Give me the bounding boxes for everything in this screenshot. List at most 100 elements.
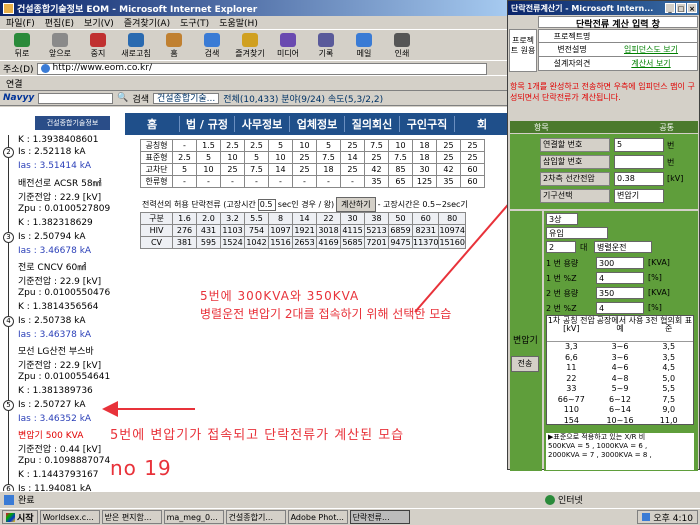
table-cell: 5: [196, 151, 221, 164]
tr-row-input[interactable]: 4: [596, 302, 644, 314]
nav-item[interactable]: 질의회신: [345, 116, 400, 132]
table-cell: 381: [172, 236, 197, 249]
toolbar-9[interactable]: 메일: [346, 32, 382, 59]
status-text: 완료: [18, 496, 35, 506]
menu-item[interactable]: 보기(V): [84, 16, 114, 29]
toolbar-icon-2: [90, 32, 106, 47]
table-cell: 9475: [388, 236, 413, 249]
tr-label: 변압기: [513, 336, 538, 346]
page-icon: [40, 64, 50, 73]
toolbar-5[interactable]: 검색: [194, 32, 230, 59]
navy-search-input[interactable]: [38, 92, 114, 104]
map-line-text: 기준전압 : 22.9 [kV]: [18, 193, 102, 203]
transformer-panel: 3상 유입 2 대 병렬운전 1차 공칭 전압 [kV] 공장에서 사용예 3전 협…: [544, 211, 698, 471]
toolbar-6[interactable]: 즐겨찾기: [232, 32, 268, 59]
project-link[interactable]: [605, 30, 697, 42]
toolbar-1[interactable]: 앞으로: [42, 32, 78, 59]
calc-tail: - 고장시간은 0.5~2sec기: [377, 200, 468, 209]
start-button[interactable]: 시작: [2, 510, 38, 524]
cable-table: 구분 1.6 2.0 3.2 5.5 8 14 22 30 38 50 60 80 HIV 276 431 11…: [140, 212, 466, 249]
calc-tab[interactable]: 공통: [635, 122, 698, 133]
toolbar-8[interactable]: 기록: [308, 32, 344, 59]
links-label[interactable]: 연결: [6, 77, 23, 90]
table-cell: 65: [388, 175, 413, 188]
toolbar-4[interactable]: 홈: [156, 32, 192, 59]
fault-time-input[interactable]: 0.5: [257, 198, 276, 211]
toolbar-label: 홈: [170, 48, 178, 58]
nav-item[interactable]: 회: [455, 116, 510, 132]
toolbar-7[interactable]: 미디어: [270, 32, 306, 59]
navy-logo[interactable]: Navyy: [3, 93, 34, 103]
taskbar-item[interactable]: Worldsex.c...: [39, 510, 100, 524]
table-cell: 7.5: [388, 151, 413, 164]
calc-tab[interactable]: 항목: [510, 122, 573, 133]
form-input[interactable]: 0.38: [614, 172, 664, 186]
impedance-row: 3,3 3~6 3,5: [547, 342, 693, 353]
address-input[interactable]: http://www.eom.co.kr/: [36, 62, 487, 75]
menu-item[interactable]: 파일(F): [6, 16, 35, 29]
mode-select[interactable]: 병렬운전: [594, 241, 652, 253]
table-cell: 754: [244, 224, 269, 237]
phase-select[interactable]: 3상: [546, 213, 578, 225]
toolbar-label: 미디어: [276, 48, 300, 58]
taskbar-item[interactable]: Adobe Phot...: [287, 510, 348, 524]
nav-item[interactable]: 법 / 규정: [180, 116, 235, 132]
nav-item[interactable]: 구인구직: [400, 116, 455, 132]
toolbar-label: 검색: [204, 48, 220, 58]
windows-icon: [6, 512, 15, 522]
menu-item[interactable]: 편집(E): [45, 16, 74, 29]
table-cell: 7201: [364, 236, 389, 249]
send-button[interactable]: 전송: [511, 356, 539, 372]
table-cell: 5: [172, 163, 197, 176]
menu-item[interactable]: 도움말(H): [219, 16, 258, 29]
project-row: 변전설명 임피던스도 보기: [538, 43, 698, 57]
navy-search-label[interactable]: 검색: [132, 92, 149, 105]
nav-item[interactable]: 업체정보: [290, 116, 345, 132]
form-input[interactable]: 변압기: [614, 189, 664, 203]
menu-item[interactable]: 도구(T): [180, 16, 209, 29]
tr-row-input[interactable]: 300: [596, 257, 644, 269]
zone-area: 인터넷: [545, 493, 583, 506]
minimize-icon[interactable]: _: [665, 3, 675, 13]
toolbar-2[interactable]: 중지: [80, 32, 116, 59]
toolbar-10[interactable]: 인쇄: [384, 32, 420, 59]
annotation-3: 5번에 변압기가 접속되고 단락전류가 계산된 모습: [110, 428, 405, 443]
site-header[interactable]: 건설종합기술정보: [35, 116, 110, 130]
project-link[interactable]: 계산서 보기: [605, 57, 697, 70]
project-link[interactable]: 임피던스도 보기: [605, 43, 697, 56]
nav-item[interactable]: 사무정보: [235, 116, 290, 132]
toolbar-0[interactable]: 뒤로: [4, 32, 40, 59]
tr-row-unit: [%]: [648, 273, 662, 282]
close-icon[interactable]: ×: [687, 3, 697, 13]
calc-title: 단락전류계산기 - Microsoft Intern...: [511, 3, 654, 13]
toolbar-icon-6: [242, 32, 258, 47]
project-key: 설계자의견: [539, 57, 605, 70]
impedance-cell: 154: [563, 415, 579, 425]
impedance-row: 22 4~8 5,0: [547, 374, 693, 385]
toolbar-3[interactable]: 새로고침: [118, 32, 154, 59]
map-line-text: Ias : 3.46678 kA: [18, 246, 92, 256]
form-input[interactable]: 5: [614, 138, 664, 152]
taskbar-item[interactable]: 건설종합기...: [225, 510, 286, 524]
navy-search-icon[interactable]: 🔍: [117, 93, 128, 103]
xr-line: 2000KVA = 7 , 3000KVA = 8 ,: [548, 451, 652, 459]
type-select[interactable]: 유입: [546, 227, 608, 239]
taskbar-item[interactable]: 단락전류...: [349, 510, 410, 524]
calculate-button[interactable]: 계산하기: [336, 197, 376, 212]
table-cell: 25: [436, 151, 461, 164]
form-input[interactable]: [614, 155, 664, 169]
map-line-text: 기준전압 : 0.44 [kV]: [18, 445, 102, 455]
tr-row-input[interactable]: 350: [596, 287, 644, 299]
table-cell: 4169: [316, 236, 341, 249]
nav-item[interactable]: 홈: [125, 116, 180, 132]
toolbar-label: 뒤로: [14, 48, 30, 58]
menu-item[interactable]: 즐겨찾기(A): [124, 16, 170, 29]
count-input[interactable]: 2: [546, 241, 576, 253]
calc-side: 프로젝트 원용: [509, 29, 537, 72]
breaker-table: 공칭형 -1.5 2.5 2.5 5 10 5 25 7.5 10 18 25 25 표준형 2.5 5 10 5…: [140, 139, 485, 188]
tr-row-input[interactable]: 4: [596, 272, 644, 284]
taskbar-item[interactable]: ma_meg_0...: [163, 510, 224, 524]
taskbar-item[interactable]: 받은 편지함...: [101, 510, 162, 524]
tray-icon[interactable]: [642, 513, 651, 521]
maximize-icon[interactable]: □: [676, 3, 686, 13]
